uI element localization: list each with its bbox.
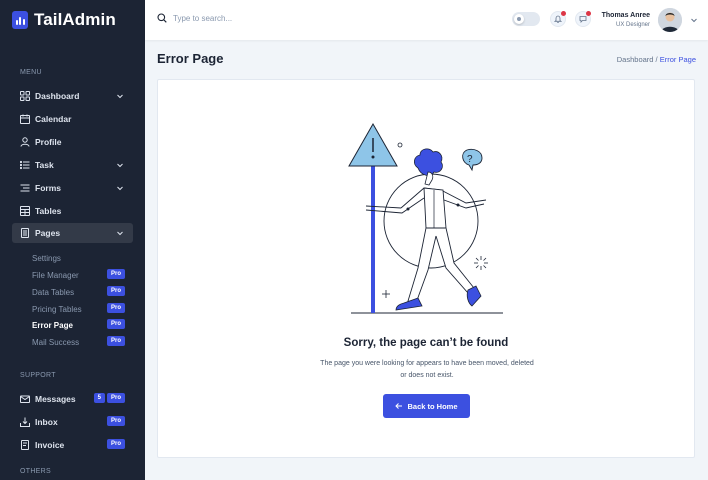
sidebar-item-invoice[interactable]: Invoice Pro <box>12 435 133 455</box>
search-icon <box>157 13 167 23</box>
pro-badge: Pro <box>106 393 125 403</box>
back-to-home-button[interactable]: Back to Home <box>383 394 470 418</box>
breadcrumb-parent[interactable]: Dashboard / <box>617 55 658 64</box>
list-icon <box>20 160 30 170</box>
sidebar: TailAdmin MENU Dashboard Calendar Profil… <box>0 0 145 480</box>
sub-item-data-tables[interactable]: Data Tables Pro <box>32 285 125 299</box>
grid-icon <box>20 91 30 101</box>
sub-item-label: Error Page <box>32 320 73 330</box>
chevron-down-icon <box>117 186 123 191</box>
pro-badge: Pro <box>106 269 125 279</box>
inbox-icon <box>20 417 30 427</box>
sub-item-mail-success[interactable]: Mail Success Pro <box>32 335 125 349</box>
calendar-icon <box>20 114 30 124</box>
error-message: The page you were looking for appears to… <box>320 360 534 379</box>
chevron-down-icon <box>117 231 123 236</box>
notification-dot <box>561 11 566 16</box>
sidebar-item-label: Messages <box>35 394 76 404</box>
sidebar-item-label: Calendar <box>35 114 72 124</box>
user-name[interactable]: Thomas Anree <box>602 12 650 19</box>
file-icon <box>20 228 30 238</box>
sidebar-item-label: Profile <box>35 137 62 147</box>
toggle-knob <box>514 14 524 24</box>
others-section-title: OTHERS <box>20 468 51 475</box>
brand[interactable]: TailAdmin <box>12 10 116 30</box>
sidebar-item-dashboard[interactable]: Dashboard <box>12 86 133 106</box>
sidebar-item-pages[interactable]: Pages <box>12 223 133 243</box>
sub-item-file-manager[interactable]: File Manager Pro <box>32 268 125 282</box>
arrow-left-icon <box>395 403 403 409</box>
sub-item-settings[interactable]: Settings <box>32 251 125 265</box>
mail-icon <box>20 394 30 404</box>
sub-item-label: Pricing Tables <box>32 304 82 314</box>
sub-item-error-page[interactable]: Error Page Pro <box>32 318 125 332</box>
pro-badge: Pro <box>106 439 125 449</box>
notification-button[interactable] <box>550 11 566 27</box>
user-role: UX Designer <box>615 22 650 28</box>
brand-logo-icon <box>12 11 28 29</box>
chevron-down-icon <box>117 163 123 168</box>
sidebar-item-tables[interactable]: Tables <box>12 201 133 221</box>
error-illustration: ? <box>348 122 503 314</box>
sidebar-item-label: Tables <box>35 206 62 216</box>
breadcrumb-current: Error Page <box>659 55 696 64</box>
sidebar-item-label: Pages <box>35 228 61 238</box>
pro-badge: Pro <box>106 319 125 329</box>
sub-item-label: Data Tables <box>32 287 75 297</box>
form-icon <box>20 183 30 193</box>
sidebar-item-task[interactable]: Task <box>12 155 133 175</box>
user-icon <box>20 137 30 147</box>
dark-mode-toggle[interactable] <box>512 12 540 26</box>
sidebar-item-label: Invoice <box>35 440 65 450</box>
brand-name: TailAdmin <box>34 10 116 29</box>
search-input[interactable] <box>173 13 293 23</box>
error-card: ? Sorry, the page can’t be found The pag… <box>157 79 695 458</box>
messages-dot <box>586 11 591 16</box>
sub-item-pricing-tables[interactable]: Pricing Tables Pro <box>32 302 125 316</box>
pro-badge: Pro <box>106 416 125 426</box>
invoice-icon <box>20 440 30 450</box>
avatar[interactable] <box>658 8 682 32</box>
sub-item-label: Mail Success <box>32 337 80 347</box>
chevron-down-icon <box>117 94 123 99</box>
avatar-image <box>658 8 682 32</box>
search-bar <box>157 13 293 23</box>
sidebar-item-forms[interactable]: Forms <box>12 178 133 198</box>
svg-text:?: ? <box>467 154 473 165</box>
sidebar-item-label: Dashboard <box>35 91 80 101</box>
table-icon <box>20 206 30 216</box>
sidebar-item-calendar[interactable]: Calendar <box>12 109 133 129</box>
header: Thomas Anree UX Designer <box>145 0 708 40</box>
sub-item-label: File Manager <box>32 270 79 280</box>
sidebar-item-label: Task <box>35 160 54 170</box>
error-title: Sorry, the page can’t be found <box>343 337 509 349</box>
chevron-down-icon[interactable] <box>690 16 698 24</box>
sub-item-label: Settings <box>32 253 61 263</box>
chat-icon <box>579 16 587 23</box>
sidebar-item-profile[interactable]: Profile <box>12 132 133 152</box>
bell-icon <box>554 15 562 23</box>
menu-section-title: MENU <box>20 69 42 76</box>
page-title: Error Page <box>157 51 224 66</box>
count-badge: 5 <box>93 393 105 403</box>
sidebar-item-inbox[interactable]: Inbox Pro <box>12 412 133 432</box>
pro-badge: Pro <box>106 336 125 346</box>
sidebar-item-messages[interactable]: Messages 5 Pro <box>12 389 133 409</box>
pro-badge: Pro <box>106 303 125 313</box>
sidebar-item-label: Inbox <box>35 417 58 427</box>
sidebar-item-label: Forms <box>35 183 61 193</box>
messages-button[interactable] <box>575 11 591 27</box>
breadcrumb: Dashboard / Error Page <box>617 55 696 64</box>
support-section-title: SUPPORT <box>20 372 56 379</box>
pro-badge: Pro <box>106 286 125 296</box>
back-to-home-label: Back to Home <box>407 401 458 411</box>
